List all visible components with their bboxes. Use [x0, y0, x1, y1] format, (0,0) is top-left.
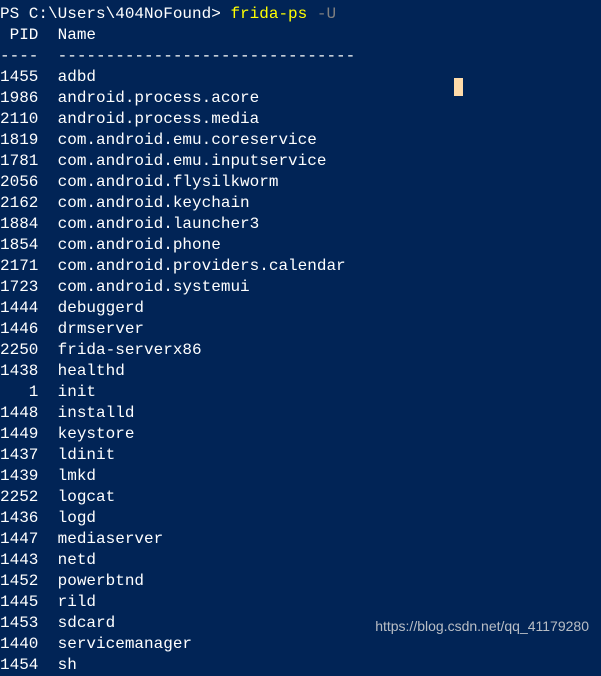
- name-cell: installd: [58, 403, 135, 424]
- pid-cell: 2110: [0, 109, 38, 130]
- table-row: 2110 android.process.media: [0, 109, 601, 130]
- pid-cell: 1439: [0, 466, 38, 487]
- name-cell: drmserver: [58, 319, 144, 340]
- divider-name: -------------------------------: [58, 47, 356, 65]
- name-cell: rild: [58, 592, 96, 613]
- table-row: 2171 com.android.providers.calendar: [0, 256, 601, 277]
- pid-cell: 1986: [0, 88, 38, 109]
- name-cell: healthd: [58, 361, 125, 382]
- name-cell: com.android.emu.inputservice: [58, 151, 327, 172]
- pid-cell: 1884: [0, 214, 38, 235]
- table-row: 1439 lmkd: [0, 466, 601, 487]
- prompt-line: PS C:\Users\404NoFound> frida-ps -U: [0, 4, 601, 25]
- pid-cell: 1819: [0, 130, 38, 151]
- name-cell: sh: [58, 655, 77, 676]
- name-cell: android.process.acore: [58, 88, 260, 109]
- prompt-flag: -U: [307, 5, 336, 23]
- table-row: 1437 ldinit: [0, 445, 601, 466]
- table-row: 2250 frida-serverx86: [0, 340, 601, 361]
- pid-cell: 2252: [0, 487, 38, 508]
- pid-cell: 1447: [0, 529, 38, 550]
- table-row: 1454 sh: [0, 655, 601, 676]
- pid-cell: 2056: [0, 172, 38, 193]
- name-cell: com.android.keychain: [58, 193, 250, 214]
- pid-cell: 1723: [0, 277, 38, 298]
- table-row: 1781 com.android.emu.inputservice: [0, 151, 601, 172]
- name-cell: com.android.flysilkworm: [58, 172, 279, 193]
- pid-cell: 1440: [0, 634, 38, 655]
- table-header: PID Name: [0, 25, 601, 46]
- name-cell: sdcard: [58, 613, 116, 634]
- name-cell: mediaserver: [58, 529, 164, 550]
- name-cell: com.android.emu.coreservice: [58, 130, 317, 151]
- table-divider: ---- -------------------------------: [0, 46, 601, 67]
- pid-cell: 2162: [0, 193, 38, 214]
- name-cell: init: [58, 382, 96, 403]
- table-row: 1444 debuggerd: [0, 298, 601, 319]
- divider-pid: ----: [0, 47, 38, 65]
- header-pid: PID: [0, 26, 38, 44]
- name-cell: com.android.launcher3: [58, 214, 260, 235]
- name-cell: frida-serverx86: [58, 340, 202, 361]
- table-row: 1 init: [0, 382, 601, 403]
- pid-cell: 1454: [0, 655, 38, 676]
- name-cell: keystore: [58, 424, 135, 445]
- name-cell: com.android.providers.calendar: [58, 256, 346, 277]
- prompt-path: PS C:\Users\404NoFound>: [0, 5, 230, 23]
- pid-cell: 1445: [0, 592, 38, 613]
- pid-cell: 1781: [0, 151, 38, 172]
- pid-cell: 2171: [0, 256, 38, 277]
- table-row: 1986 android.process.acore: [0, 88, 601, 109]
- pid-cell: 1437: [0, 445, 38, 466]
- pid-cell: 1446: [0, 319, 38, 340]
- pid-cell: 1455: [0, 67, 38, 88]
- table-row: 1436 logd: [0, 508, 601, 529]
- pid-cell: 1443: [0, 550, 38, 571]
- table-row: 1448 installd: [0, 403, 601, 424]
- name-cell: adbd: [58, 67, 96, 88]
- name-cell: ldinit: [58, 445, 116, 466]
- pid-cell: 1: [0, 382, 38, 403]
- prompt-command: frida-ps: [230, 5, 307, 23]
- name-cell: powerbtnd: [58, 571, 144, 592]
- table-row: 1447 mediaserver: [0, 529, 601, 550]
- table-row: 1854 com.android.phone: [0, 235, 601, 256]
- table-row: 1452 powerbtnd: [0, 571, 601, 592]
- name-cell: logcat: [58, 487, 116, 508]
- header-name: Name: [58, 26, 96, 44]
- name-cell: com.android.phone: [58, 235, 221, 256]
- table-row: 1819 com.android.emu.coreservice: [0, 130, 601, 151]
- name-cell: debuggerd: [58, 298, 144, 319]
- table-row: 1449 keystore: [0, 424, 601, 445]
- pid-cell: 1854: [0, 235, 38, 256]
- name-cell: lmkd: [58, 466, 96, 487]
- name-cell: com.android.systemui: [58, 277, 250, 298]
- pid-cell: 1452: [0, 571, 38, 592]
- table-row: 1884 com.android.launcher3: [0, 214, 601, 235]
- table-row: 1440 servicemanager: [0, 634, 601, 655]
- pid-cell: 1449: [0, 424, 38, 445]
- table-row: 1443 netd: [0, 550, 601, 571]
- name-cell: android.process.media: [58, 109, 260, 130]
- pid-cell: 1438: [0, 361, 38, 382]
- name-cell: servicemanager: [58, 634, 192, 655]
- table-row: 1446 drmserver: [0, 319, 601, 340]
- pid-cell: 2250: [0, 340, 38, 361]
- table-row: 1445 rild: [0, 592, 601, 613]
- pid-cell: 1453: [0, 613, 38, 634]
- table-row: 2056 com.android.flysilkworm: [0, 172, 601, 193]
- text-cursor: [454, 78, 463, 96]
- watermark: https://blog.csdn.net/qq_41179280: [375, 616, 589, 637]
- table-row: 1723 com.android.systemui: [0, 277, 601, 298]
- table-row: 2252 logcat: [0, 487, 601, 508]
- name-cell: logd: [58, 508, 96, 529]
- pid-cell: 1444: [0, 298, 38, 319]
- table-row: 2162 com.android.keychain: [0, 193, 601, 214]
- pid-cell: 1436: [0, 508, 38, 529]
- process-list: 1455 adbd1986 android.process.acore2110 …: [0, 67, 601, 676]
- name-cell: netd: [58, 550, 96, 571]
- pid-cell: 1448: [0, 403, 38, 424]
- table-row: 1455 adbd: [0, 67, 601, 88]
- table-row: 1438 healthd: [0, 361, 601, 382]
